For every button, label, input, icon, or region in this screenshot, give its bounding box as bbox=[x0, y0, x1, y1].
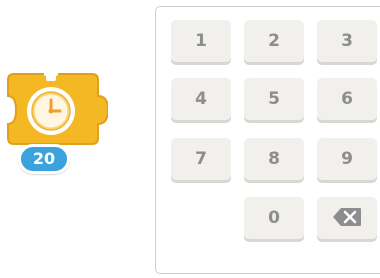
key-5[interactable]: 5 bbox=[244, 78, 304, 120]
key-2[interactable]: 2 bbox=[244, 20, 304, 62]
backspace-icon bbox=[333, 207, 361, 226]
key-4[interactable]: 4 bbox=[171, 78, 231, 120]
timer-editor: 20 1 2 3 4 5 6 7 8 9 0 bbox=[0, 0, 380, 278]
key-9[interactable]: 9 bbox=[317, 138, 377, 180]
key-3[interactable]: 3 bbox=[317, 20, 377, 62]
key-0[interactable]: 0 bbox=[244, 197, 304, 239]
key-8[interactable]: 8 bbox=[244, 138, 304, 180]
key-6[interactable]: 6 bbox=[317, 78, 377, 120]
key-1[interactable]: 1 bbox=[171, 20, 231, 62]
number-keypad: 1 2 3 4 5 6 7 8 9 0 bbox=[155, 6, 380, 274]
timer-value-badge[interactable]: 20 bbox=[18, 144, 70, 174]
key-7[interactable]: 7 bbox=[171, 138, 231, 180]
backspace-button[interactable] bbox=[317, 197, 377, 239]
